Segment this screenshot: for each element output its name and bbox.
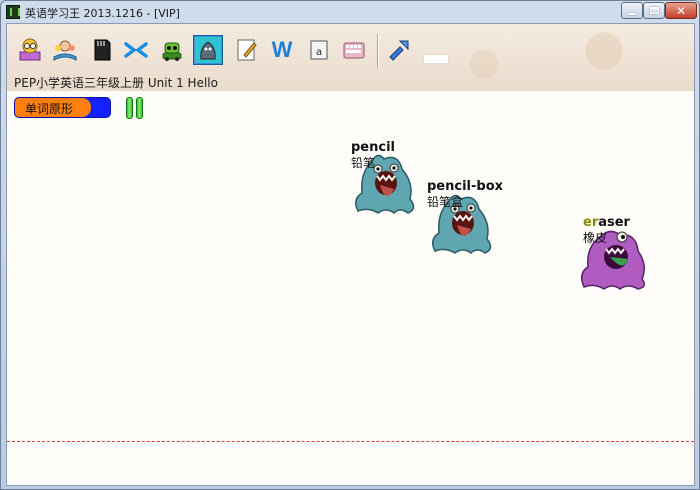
- sd-card-icon: [94, 39, 111, 61]
- dictation-icon: a: [310, 40, 328, 60]
- minimize-button[interactable]: [621, 2, 643, 19]
- monster-word: pencil-box: [427, 179, 503, 194]
- edit-icon: [237, 39, 257, 61]
- monster-meaning: 铅笔盒: [427, 195, 464, 209]
- dictation-button[interactable]: a: [304, 35, 334, 65]
- shuffle-button[interactable]: [121, 35, 151, 65]
- monster-word-typed: er: [583, 215, 599, 230]
- word-monster-pencil[interactable]: pencil 铅笔: [350, 139, 420, 217]
- monster-word: pencil: [351, 140, 395, 155]
- toolbar-separator: [377, 34, 379, 68]
- edit-button[interactable]: [232, 35, 262, 65]
- toolbar: W a PEP小学英语三年级上册 Unit 1 Hello: [7, 24, 694, 91]
- svg-text:a: a: [316, 47, 322, 58]
- maximize-icon: [649, 7, 659, 14]
- keyboard-button[interactable]: [339, 35, 369, 65]
- word-icon: W: [271, 37, 293, 62]
- monster-game-icon: [195, 37, 221, 63]
- monster-meaning: 铅笔: [351, 156, 376, 170]
- app-logo-icon: [6, 5, 20, 19]
- monster-word-remaining: aser: [598, 215, 630, 230]
- tools-icon: [389, 40, 409, 61]
- lesson-breadcrumb: PEP小学英语三年级上册 Unit 1 Hello: [14, 76, 218, 90]
- monster-word: eraser: [583, 215, 630, 230]
- danger-line: [7, 441, 694, 442]
- word-button[interactable]: W: [267, 35, 297, 65]
- game-area: pencil 铅笔 pencil-box 铅笔盒 eraser 橡皮: [7, 91, 694, 485]
- main-content: W a PEP小学英语三年级上册 Unit 1 Hello 单词原形 penci…: [6, 23, 695, 486]
- tools-button[interactable]: [384, 35, 414, 65]
- word-monster-pencil-box[interactable]: pencil-box 铅笔盒: [427, 179, 503, 257]
- word-monster-eraser[interactable]: eraser 橡皮: [578, 215, 648, 293]
- study-button[interactable]: [50, 35, 80, 65]
- close-icon: ✕: [675, 3, 687, 18]
- monster-word-remaining: pencil-box: [427, 179, 504, 194]
- study-icon: [53, 40, 77, 61]
- reading-button[interactable]: [15, 35, 45, 65]
- monster-game-button[interactable]: [193, 35, 223, 65]
- minimize-icon: [628, 12, 636, 15]
- window-title: 英语学习王 2013.1216 - [VIP]: [25, 7, 180, 20]
- monster-word-remaining: pencil: [351, 140, 395, 155]
- monster-meaning: 橡皮: [583, 231, 608, 245]
- robot-icon: [162, 42, 182, 61]
- toolbar-blank-button[interactable]: [423, 54, 449, 64]
- sd-card-button[interactable]: [87, 35, 117, 65]
- app-window: 英语学习王 2013.1216 - [VIP] ✕ W a PEP小学英语三年级…: [0, 0, 700, 490]
- close-button[interactable]: ✕: [665, 2, 697, 19]
- maximize-button[interactable]: [643, 2, 665, 19]
- reading-icon: [19, 38, 41, 61]
- title-bar[interactable]: 英语学习王 2013.1216 - [VIP] ✕: [1, 1, 699, 23]
- robot-button[interactable]: [157, 35, 187, 65]
- keyboard-icon: [343, 42, 365, 59]
- shuffle-icon: [124, 42, 148, 58]
